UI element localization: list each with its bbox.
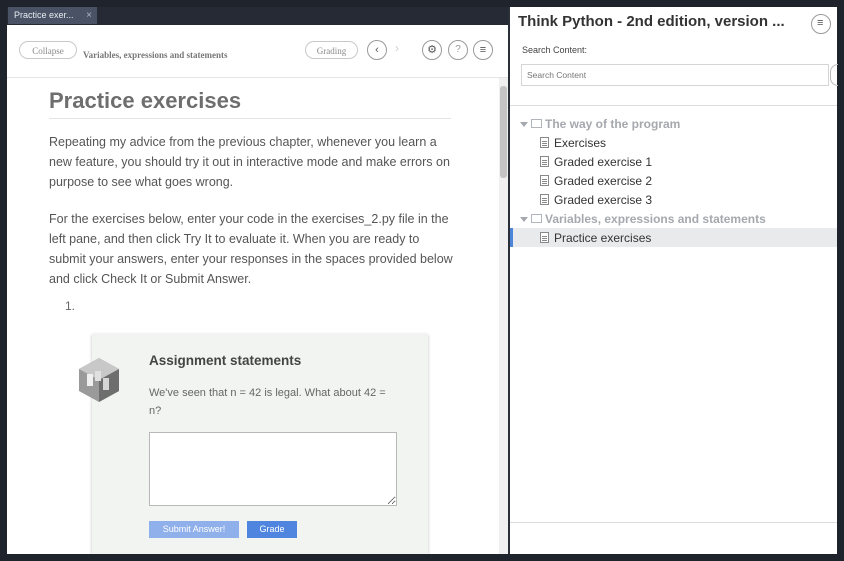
sidebar-item-graded-exercise-2[interactable]: Graded exercise 2 — [540, 174, 652, 188]
book-icon — [531, 214, 542, 223]
chevron-right-icon[interactable]: › — [395, 41, 399, 55]
chapter-way-of-the-program[interactable]: The way of the program — [520, 117, 680, 131]
chevron-left-icon: ‹ — [375, 44, 379, 56]
assignment-question: We've seen that n = 42 is legal. What ab… — [149, 387, 386, 417]
chapter-variables-expressions-statements[interactable]: Variables, expressions and statements — [520, 212, 766, 226]
sidebar-item-practice-exercises[interactable]: Practice exercises — [540, 231, 651, 245]
sidebar-item-exercises[interactable]: Exercises — [540, 136, 606, 150]
sidebar-item-label: Graded exercise 1 — [554, 155, 653, 169]
gear-icon: ⚙ — [427, 44, 437, 56]
sidebar-title: Think Python - 2nd edition, version ... — [518, 13, 785, 30]
hamburger-icon: ≡ — [817, 17, 824, 29]
sidebar-item-label: Graded exercise 2 — [554, 174, 653, 188]
previous-button[interactable]: ‹ — [367, 40, 387, 60]
page-icon — [540, 137, 549, 148]
app-window: Practice exer... × Collapse Variables, e… — [7, 7, 838, 554]
collapse-button[interactable]: Collapse — [19, 41, 77, 59]
submit-answer-button[interactable]: Submit Answer! — [149, 521, 239, 538]
tab-bar: Practice exer... × — [7, 7, 508, 25]
sidebar-item-graded-exercise-3[interactable]: Graded exercise 3 — [540, 193, 652, 207]
scrollbar-thumb[interactable] — [500, 86, 507, 178]
search-input[interactable] — [521, 64, 829, 86]
caret-down-icon — [520, 122, 528, 127]
guide-toolbar: Collapse Variables, expressions and stat… — [7, 25, 508, 78]
list-number: 1. — [65, 299, 76, 313]
page-title: Practice exercises — [49, 88, 242, 113]
page-icon — [540, 175, 549, 186]
answer-textarea[interactable] — [149, 432, 397, 506]
page-icon — [540, 232, 549, 243]
sidebar-divider — [510, 105, 837, 106]
tab-label: Practice exer... — [14, 10, 74, 20]
content-pane: Practice exer... × Collapse Variables, e… — [7, 7, 508, 554]
sidebar-item-label: Graded exercise 3 — [554, 193, 653, 207]
breadcrumb: Variables, expressions and statements — [83, 50, 228, 60]
search-label: Search Content: — [522, 45, 588, 55]
close-icon[interactable]: × — [86, 7, 92, 24]
settings-button[interactable]: ⚙ — [422, 40, 442, 60]
codio-cube-icon — [79, 358, 119, 402]
menu-button[interactable]: ≡ — [473, 40, 493, 60]
sidebar-item-label: Exercises — [554, 136, 607, 150]
assignment-title: Assignment statements — [149, 353, 302, 368]
grading-button[interactable]: Grading — [305, 41, 358, 59]
help-button[interactable]: ? — [448, 40, 468, 60]
sidebar-item-label: Practice exercises — [554, 231, 652, 245]
caret-down-icon — [520, 217, 528, 222]
intro-paragraph: Repeating my advice from the previous ch… — [49, 135, 450, 189]
sidebar-item-graded-exercise-1[interactable]: Graded exercise 1 — [540, 155, 652, 169]
sidebar-footer-divider — [510, 522, 837, 523]
guide-content: Practice exercises Repeating my advice f… — [7, 78, 499, 554]
chapter-label: Variables, expressions and statements — [545, 212, 766, 226]
grade-button[interactable]: Grade — [247, 521, 297, 538]
hamburger-icon: ≡ — [479, 44, 487, 56]
content-scrollbar[interactable] — [499, 78, 508, 554]
title-divider — [49, 118, 451, 119]
chapter-label: The way of the program — [545, 117, 681, 131]
guide-sidebar: Think Python - 2nd edition, version ... … — [510, 7, 838, 554]
page-icon — [540, 156, 549, 167]
page-icon — [540, 194, 549, 205]
sidebar-menu-button[interactable]: ≡ — [811, 14, 831, 34]
assignment-card: Assignment statements We've seen that n … — [79, 334, 428, 554]
search-button[interactable] — [830, 64, 838, 86]
book-icon — [531, 119, 542, 128]
instructions-paragraph: For the exercises below, enter your code… — [49, 212, 453, 286]
tab-practice-exercises[interactable]: Practice exer... × — [8, 7, 97, 24]
